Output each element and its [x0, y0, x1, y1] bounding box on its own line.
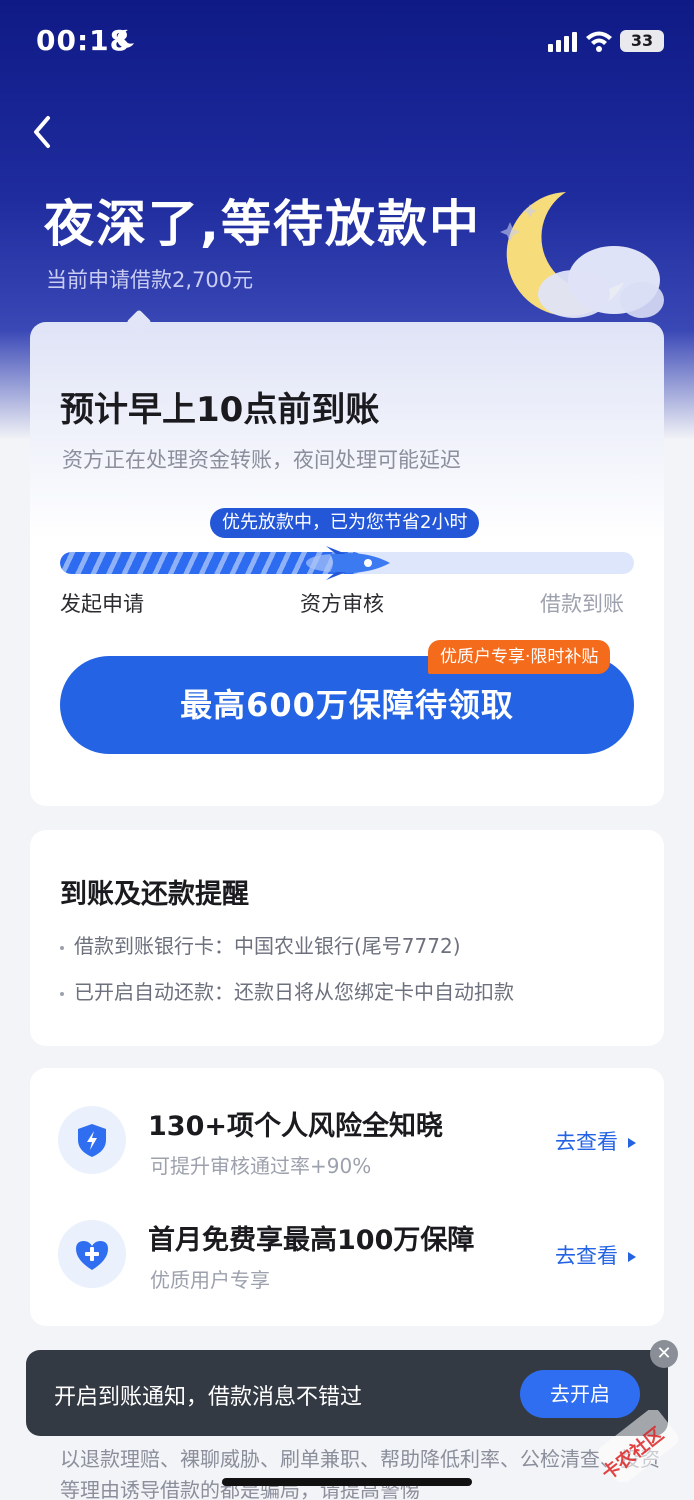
close-icon[interactable]: ✕ — [650, 1340, 678, 1368]
rocket-icon — [306, 546, 391, 580]
step-review: 资方审核 — [300, 592, 384, 616]
fraud-warning-text: 以退款理赔、裸聊威胁、刷单兼职、帮助降低利率、公检清查、投资等理由诱导借款的都是… — [60, 1447, 660, 1500]
reminder-item-bank: 借款到账银行卡：中国农业银行(尾号7772) — [60, 930, 461, 959]
service-title-coverage: 首月免费享最高100万保障 — [148, 1225, 475, 1256]
loan-amount-subtitle: 当前申请借款2,700元 — [46, 268, 254, 292]
arrival-estimate-title: 预计早上10点前到账 — [60, 390, 380, 430]
signal-icon — [548, 32, 577, 52]
reminder-card: 到账及还款提醒 借款到账银行卡：中国农业银行(尾号7772) 已开启自动还款：还… — [30, 830, 664, 1046]
priority-tip-badge: 优先放款中，已为您节省2小时 — [210, 508, 480, 538]
step-apply: 发起申请 — [60, 592, 144, 616]
reminder-item-text: 借款到账银行卡：中国农业银行(尾号7772) — [74, 934, 461, 958]
link-label: 去查看 — [555, 1244, 618, 1268]
service-subtitle-risk: 可提升审核通过率+90% — [150, 1154, 372, 1178]
toast-message: 开启到账通知，借款消息不错过 — [54, 1385, 363, 1410]
service-title-risk: 130+项个人风险全知晓 — [148, 1111, 443, 1142]
moon-cloud-illustration — [500, 192, 664, 318]
reminder-title: 到账及还款提醒 — [60, 879, 249, 910]
view-risk-link[interactable]: 去查看 — [555, 1126, 636, 1156]
services-card: 130+项个人风险全知晓 可提升审核通过率+90% 去查看 首月免费享最高100… — [30, 1068, 664, 1326]
wifi-icon — [586, 31, 612, 52]
service-subtitle-coverage: 优质用户专享 — [150, 1268, 270, 1292]
reminder-item-text: 已开启自动还款：还款日将从您绑定卡中自动扣款 — [74, 980, 514, 1004]
triangle-right-icon — [628, 1138, 636, 1148]
moon-icon — [117, 29, 134, 48]
promo-tag: 优质户专享·限时补贴 — [428, 640, 611, 674]
reminder-item-autopay: 已开启自动还款：还款日将从您绑定卡中自动扣款 — [60, 976, 514, 1005]
step-arrival: 借款到账 — [540, 592, 624, 616]
status-bar: 00:18 33 — [0, 0, 694, 84]
shield-lightning-icon — [58, 1106, 126, 1174]
page-title: 夜深了,等待放款中 — [44, 195, 481, 253]
view-coverage-link[interactable]: 去查看 — [555, 1240, 636, 1270]
triangle-right-icon — [628, 1252, 636, 1262]
link-label: 去查看 — [555, 1130, 618, 1154]
battery-icon: 33 — [620, 30, 664, 52]
heart-plus-icon — [58, 1220, 126, 1288]
bullet-dot — [60, 945, 64, 950]
notification-toast: 开启到账通知，借款消息不错过 去开启 — [26, 1350, 668, 1436]
progress-card: 预计早上10点前到账 资方正在处理资金转账，夜间处理可能延迟 优先放款中，已为您… — [30, 309, 664, 806]
chevron-left-icon[interactable] — [28, 112, 56, 152]
arrival-description: 资方正在处理资金转账，夜间处理可能延迟 — [62, 448, 461, 472]
home-indicator[interactable] — [222, 1478, 472, 1486]
bullet-dot — [60, 991, 64, 996]
